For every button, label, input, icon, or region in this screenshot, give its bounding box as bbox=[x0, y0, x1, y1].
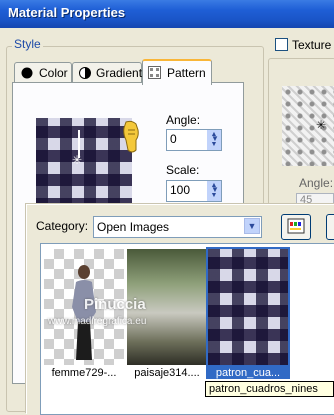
filename-tooltip: patron_cuadros_nines bbox=[205, 381, 334, 397]
thumbnail-caption: femme729-... bbox=[51, 367, 117, 379]
texture-preview[interactable] bbox=[282, 86, 334, 166]
palette-icon bbox=[287, 218, 305, 234]
texture-angle-label: Angle: bbox=[299, 176, 334, 190]
watermark-title: Pinuccia bbox=[84, 296, 146, 313]
scale-dropdown-icon[interactable]: ▼ bbox=[209, 180, 221, 200]
more-button[interactable] bbox=[326, 214, 334, 240]
title-bar: Material Properties bbox=[0, 0, 334, 28]
gradient-icon bbox=[79, 67, 91, 79]
tab-gradient[interactable]: Gradient bbox=[72, 62, 142, 83]
tab-pattern[interactable]: Pattern bbox=[142, 59, 212, 85]
texture-label: Texture bbox=[292, 38, 332, 52]
pattern-preview[interactable] bbox=[36, 118, 132, 210]
angle-label: Angle: bbox=[166, 113, 201, 127]
angle-dropdown-icon[interactable]: ▼ bbox=[209, 129, 221, 149]
tab-color[interactable]: Color bbox=[14, 62, 72, 83]
texture-center-icon: ✳ bbox=[316, 118, 327, 132]
texture-checkbox[interactable] bbox=[275, 38, 288, 51]
scale-label: Scale: bbox=[166, 163, 200, 177]
watermark-url: www.madiregrafica.eu bbox=[48, 316, 147, 327]
center-marker-icon: ✳ bbox=[72, 153, 83, 167]
image-browser-options-button[interactable] bbox=[281, 214, 311, 240]
thumbnail-caption-selected: patron_cua... bbox=[206, 367, 290, 379]
pattern-icon bbox=[148, 66, 161, 79]
hand-pointer-icon bbox=[123, 120, 139, 153]
chevron-down-icon[interactable]: ▼ bbox=[244, 218, 260, 234]
window-title: Material Properties bbox=[8, 5, 126, 20]
color-icon bbox=[21, 67, 33, 79]
category-select[interactable]: Open Images ▼ bbox=[93, 216, 262, 238]
category-label: Category: bbox=[36, 219, 89, 233]
thumbnail-patron[interactable] bbox=[206, 247, 290, 367]
thumbnail-caption: paisaje314.... bbox=[134, 367, 200, 379]
style-group-label: Style bbox=[12, 37, 43, 51]
